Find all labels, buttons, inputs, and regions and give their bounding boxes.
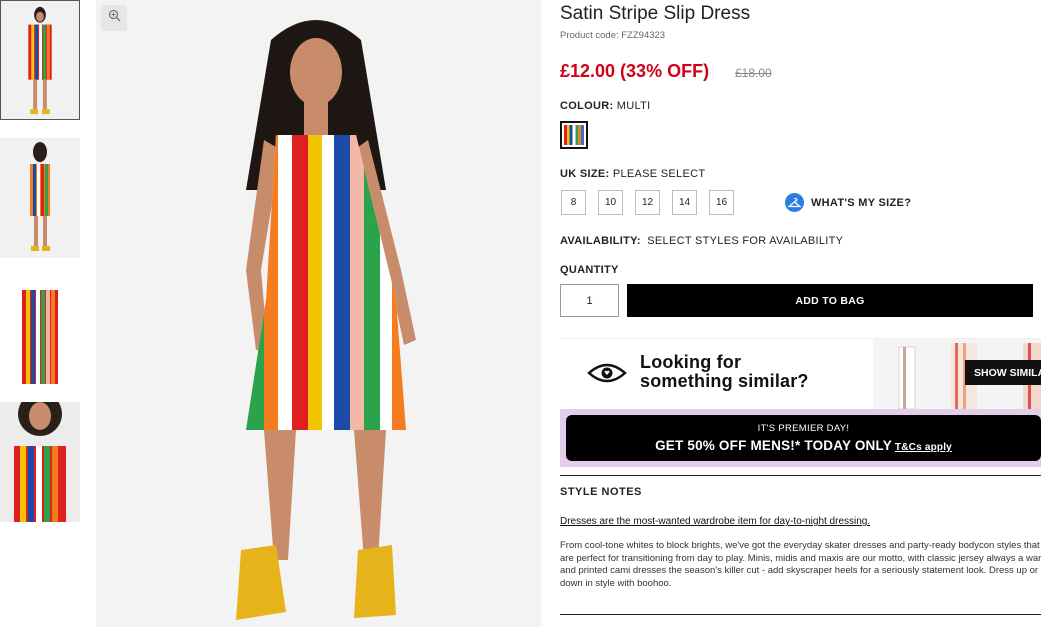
similar-heading: Looking for something similar? [640, 352, 809, 391]
size-option-14[interactable]: 14 [672, 190, 697, 215]
colour-label: COLOUR: [560, 100, 614, 112]
promo-banner[interactable]: IT'S PREMIER DAY! GET 50% OFF MENS!* TOD… [560, 409, 1041, 467]
promo-terms-link[interactable]: T&Cs apply [895, 442, 952, 453]
main-product-image[interactable] [96, 0, 541, 627]
size-value: PLEASE SELECT [612, 168, 706, 180]
thumbnail-front[interactable] [0, 0, 80, 120]
original-price: £18.00 [735, 66, 772, 80]
quantity-input[interactable]: 1 [560, 284, 619, 317]
colour-line: COLOUR: MULTI [560, 100, 650, 112]
style-notes-heading: STYLE NOTES [560, 486, 642, 498]
availability-label: AVAILABILITY: [560, 235, 641, 247]
size-option-12[interactable]: 12 [635, 190, 660, 215]
thumbnail-closeup[interactable] [0, 402, 80, 522]
availability-line: AVAILABILITY: SELECT STYLES FOR AVAILABI… [560, 235, 843, 247]
quantity-label: QUANTITY [560, 264, 619, 276]
style-notes-body: From cool-tone whites to block brights, … [560, 540, 1041, 589]
zoom-button[interactable] [101, 5, 127, 31]
promo-line-1: IT'S PREMIER DAY! [757, 423, 850, 434]
size-option-16[interactable]: 16 [709, 190, 734, 215]
thumbnail-back[interactable] [0, 138, 80, 258]
whats-my-size-label: WHAT'S MY SIZE? [811, 196, 912, 209]
whats-my-size-link[interactable]: WHAT'S MY SIZE? [785, 193, 911, 212]
product-code: Product code: FZZ94323 [560, 30, 666, 41]
product-title: Satin Stripe Slip Dress [560, 3, 751, 24]
availability-value: SELECT STYLES FOR AVAILABILITY [647, 235, 844, 247]
colour-value: MULTI [616, 100, 651, 112]
promo-line-2: GET 50% OFF MENS!* TODAY ONLY T&Cs apply [655, 438, 952, 453]
show-similar-button[interactable]: SHOW SIMILAR [965, 360, 1041, 385]
sale-price: £12.00 (33% OFF) [560, 61, 710, 81]
colour-swatch-multi[interactable] [560, 121, 588, 149]
divider [560, 614, 1041, 615]
size-line: UK SIZE: PLEASE SELECT [560, 168, 705, 180]
divider [560, 475, 1041, 476]
eye-icon [587, 361, 627, 390]
add-to-bag-button[interactable]: ADD TO BAG [627, 284, 1033, 317]
style-notes-link[interactable]: Dresses are the most-wanted wardrobe ite… [560, 516, 870, 527]
size-option-8[interactable]: 8 [561, 190, 586, 215]
zoom-icon [108, 9, 121, 27]
hanger-icon [785, 193, 804, 212]
size-label: UK SIZE: [560, 168, 610, 180]
size-option-10[interactable]: 10 [598, 190, 623, 215]
thumbnail-flat[interactable] [0, 270, 80, 390]
